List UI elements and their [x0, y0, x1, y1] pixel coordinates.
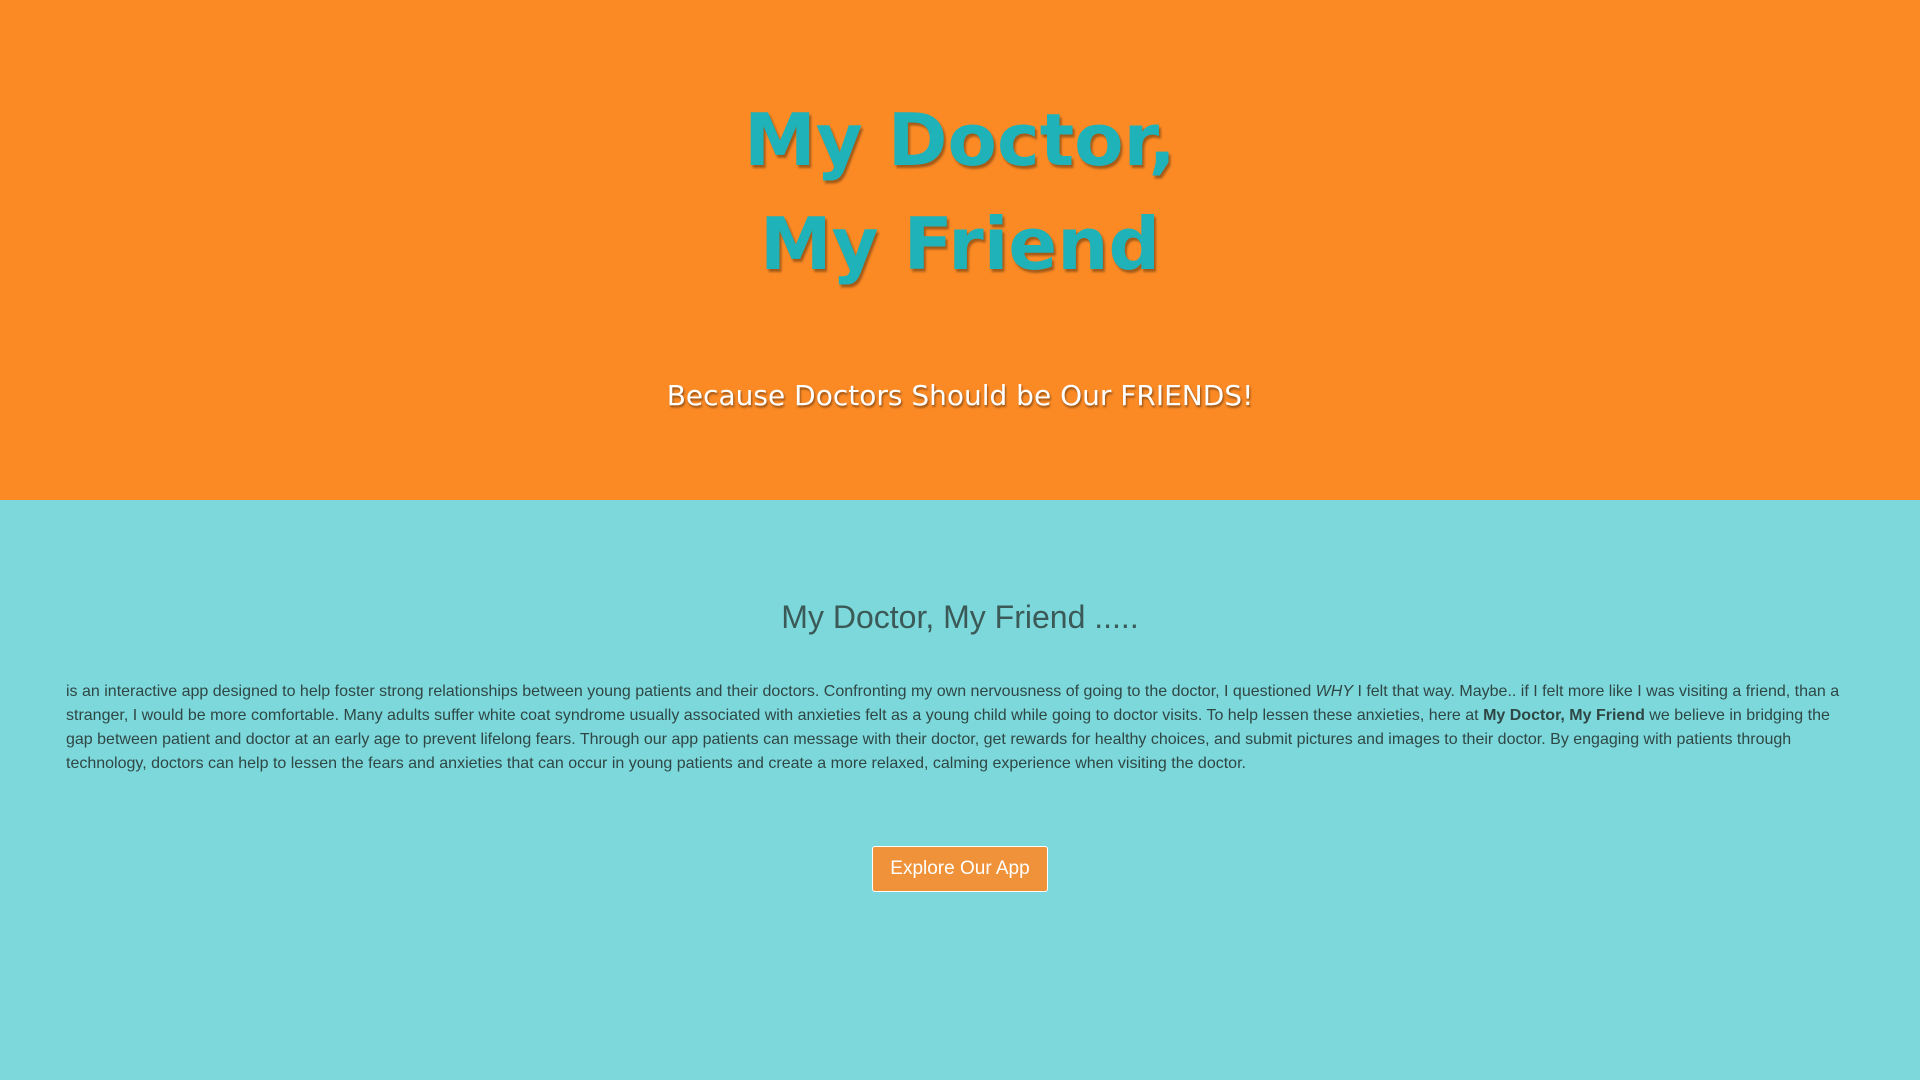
hero-banner: My Doctor, My Friend Because Doctors Sho…: [0, 0, 1920, 500]
about-text-part-1: is an interactive app designed to help f…: [66, 683, 1316, 700]
about-text-emphasis: WHY: [1315, 683, 1353, 700]
hero-title: My Doctor, My Friend: [0, 88, 1920, 296]
hero-tagline: Because Doctors Should be Our FRIENDS!: [666, 379, 1254, 412]
hero-title-line-2: My Friend: [759, 202, 1161, 286]
about-section: My Doctor, My Friend ..... is an interac…: [0, 500, 1920, 1080]
about-text-brand: My Doctor, My Friend: [1483, 707, 1645, 724]
explore-app-button[interactable]: Explore Our App: [872, 846, 1048, 892]
about-heading: My Doctor, My Friend .....: [781, 599, 1139, 635]
about-description: is an interactive app designed to help f…: [66, 680, 1854, 776]
hero-title-line-1: My Doctor,: [744, 98, 1176, 182]
